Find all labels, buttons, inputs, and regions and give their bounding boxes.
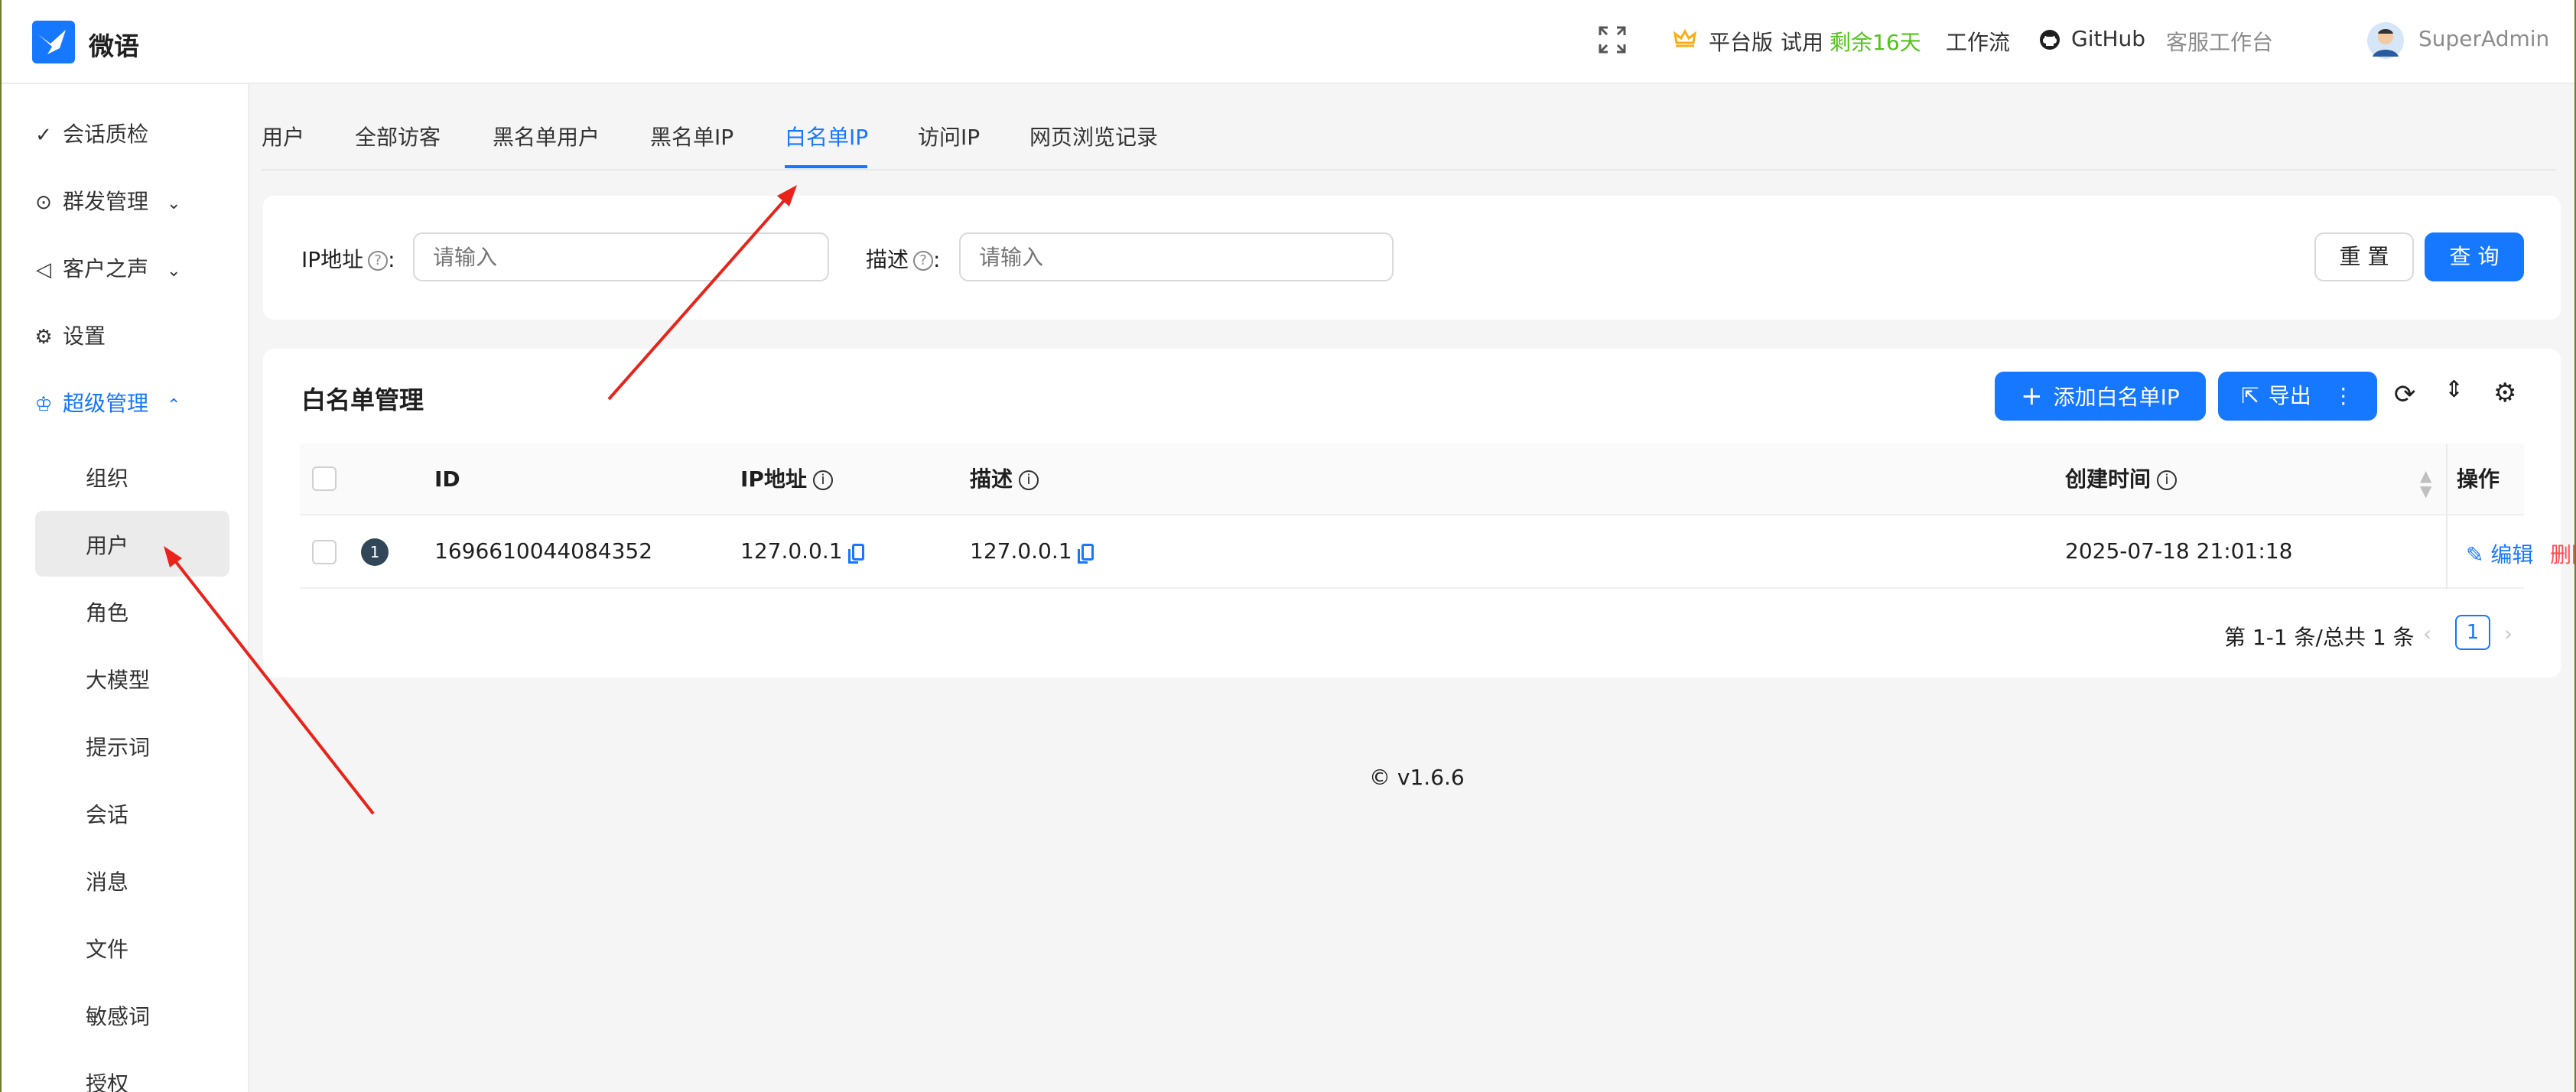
annotation-arrows xyxy=(164,185,797,815)
app-window: 微语 平台版 试用 剩余16天 工作流 GitHub 客服工作台 SuperAd… xyxy=(2,0,2574,1092)
